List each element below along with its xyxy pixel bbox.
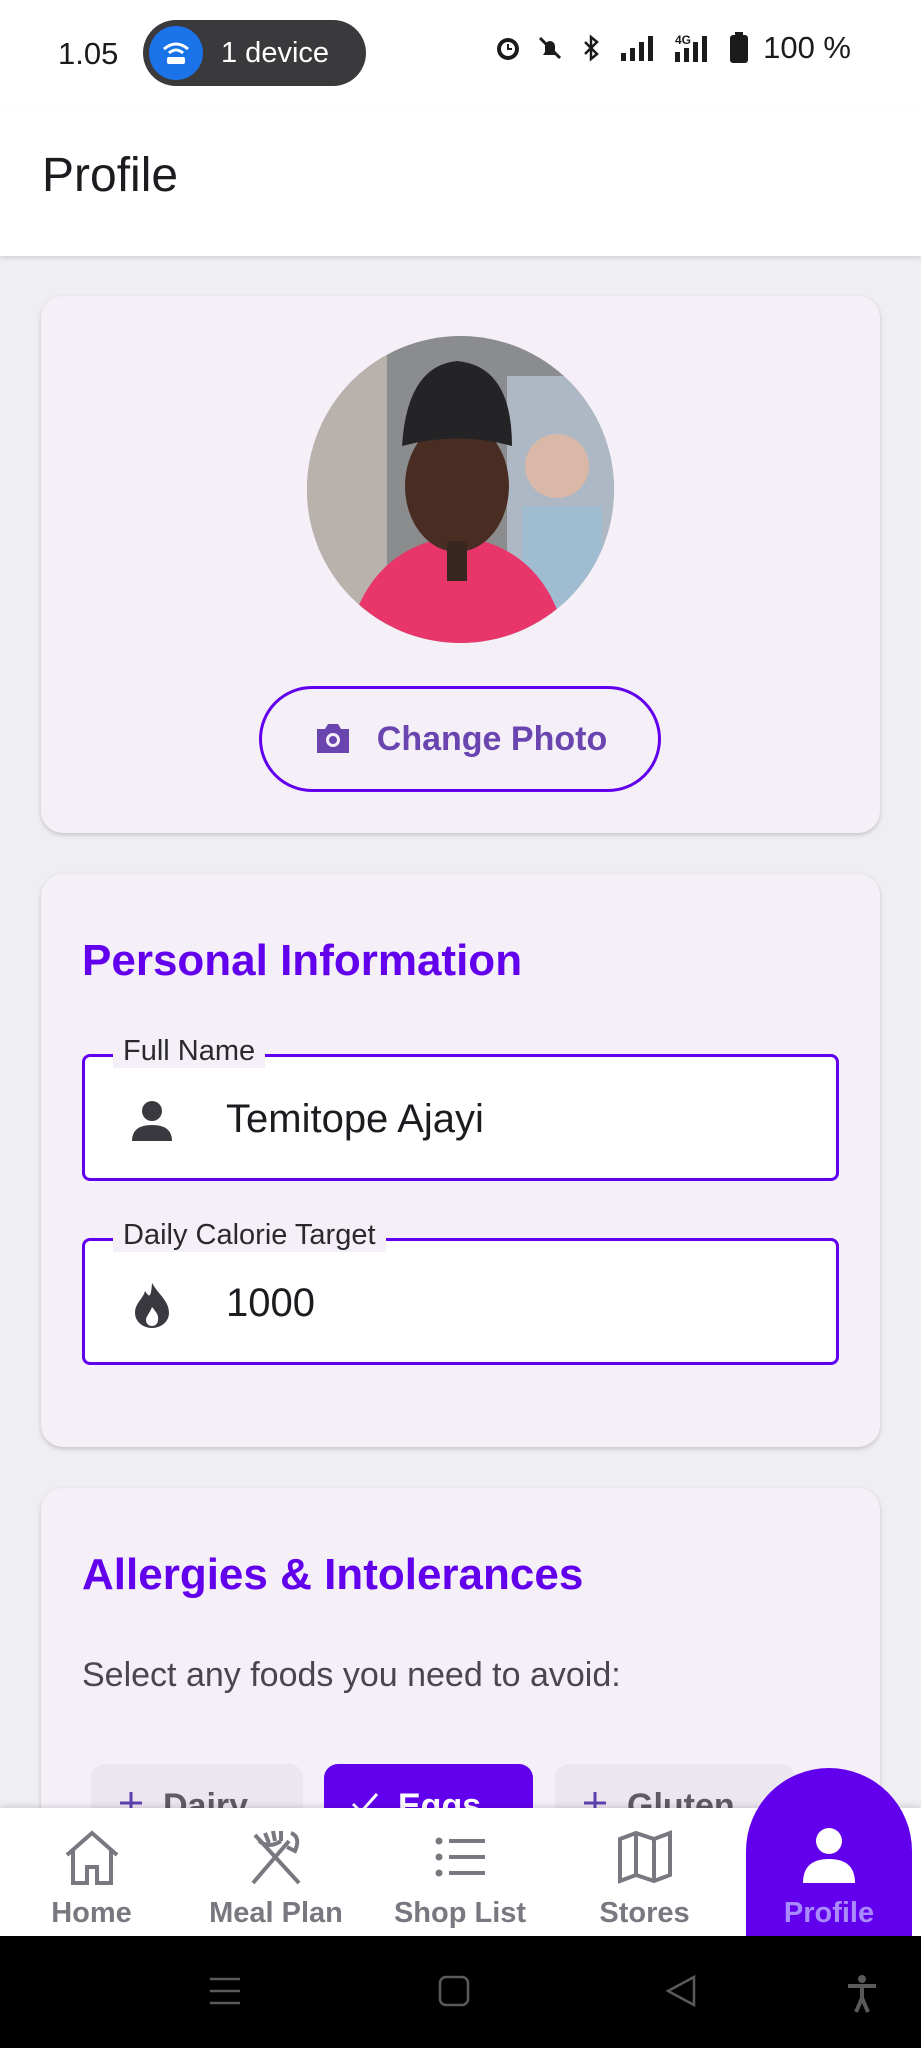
app-bar: Profile (0, 108, 921, 256)
signal-4g-icon: 4G (675, 33, 708, 62)
calorie-target-field[interactable]: Daily Calorie Target 1000 (82, 1219, 839, 1365)
full-name-label: Full Name (113, 1035, 266, 1068)
change-photo-button[interactable]: Change Photo (259, 686, 661, 792)
nav-stores-label: Stores (599, 1897, 690, 1929)
personal-info-card: Personal Information Full Name Temitope … (41, 874, 880, 1447)
person-icon (129, 1097, 175, 1148)
utensils-icon (251, 1830, 301, 1885)
nav-meal-plan-label: Meal Plan (209, 1897, 343, 1929)
signal-icon (621, 36, 654, 61)
battery-percentage: 100 % (763, 30, 851, 65)
nav-home-label: Home (51, 1897, 132, 1929)
accessibility-icon[interactable] (845, 1974, 879, 2014)
camera-icon (316, 724, 349, 753)
calorie-target-label: Daily Calorie Target (113, 1219, 386, 1252)
calorie-target-value[interactable]: 1000 (226, 1281, 315, 1326)
profile-photo-card: Change Photo (41, 296, 880, 833)
nav-home[interactable]: Home (20, 1808, 163, 1936)
system-navigation-bar (0, 1936, 921, 2048)
recent-apps-icon[interactable] (208, 1974, 242, 2008)
bluetooth-icon (584, 34, 599, 62)
nav-meal-plan[interactable]: Meal Plan (198, 1808, 354, 1936)
wifi-router-icon (149, 26, 203, 80)
list-icon (435, 1837, 485, 1877)
home-button-icon[interactable] (437, 1974, 471, 2008)
nav-shop-list[interactable]: Shop List (385, 1808, 535, 1936)
svg-text:4G: 4G (675, 33, 691, 47)
device-pill-label: 1 device (221, 36, 330, 69)
nav-shop-list-label: Shop List (393, 1897, 527, 1929)
status-icons: 4G 100 % (493, 30, 851, 66)
mute-icon (539, 36, 562, 60)
avatar (307, 336, 614, 643)
personal-info-title: Personal Information (82, 936, 523, 985)
nav-stores[interactable]: Stores (573, 1808, 716, 1936)
home-icon (65, 1830, 118, 1885)
status-bar: 1.05 1 device 4G 100 % (0, 0, 921, 108)
full-name-value[interactable]: Temitope Ajayi (226, 1097, 484, 1142)
back-icon[interactable] (664, 1974, 698, 2008)
device-pill[interactable]: 1 device (143, 20, 366, 86)
nav-profile-label: Profile (783, 1897, 875, 1929)
status-time: 1.05 (58, 36, 119, 71)
flame-icon (129, 1281, 175, 1334)
map-icon (617, 1830, 672, 1884)
person-icon (803, 1828, 855, 1883)
page-title: Profile (42, 149, 179, 202)
allergies-description: Select any foods you need to avoid: (82, 1656, 621, 1694)
alarm-icon (497, 38, 520, 60)
allergies-title: Allergies & Intolerances (82, 1550, 584, 1599)
full-name-field[interactable]: Full Name Temitope Ajayi (82, 1035, 839, 1181)
nav-profile[interactable]: Profile (746, 1768, 912, 1936)
change-photo-label: Change Photo (376, 719, 608, 758)
battery-icon (730, 32, 749, 63)
